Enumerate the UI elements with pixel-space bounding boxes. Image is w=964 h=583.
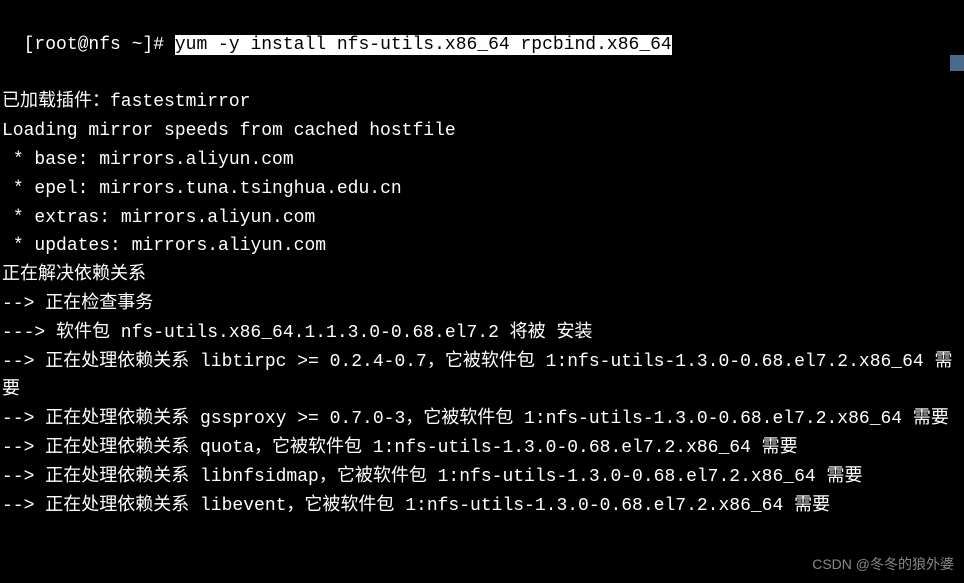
terminal-output[interactable]: [root@nfs ~]# yum -y install nfs-utils.x… — [2, 2, 962, 549]
output-line: --> 正在处理依赖关系 gssproxy >= 0.7.0-3，它被软件包 1… — [2, 405, 962, 434]
output-line: --> 正在处理依赖关系 libevent，它被软件包 1:nfs-utils-… — [2, 492, 962, 521]
output-line: --> 正在处理依赖关系 quota，它被软件包 1:nfs-utils-1.3… — [2, 434, 962, 463]
output-line: ---> 软件包 nfs-utils.x86_64.1.1.3.0-0.68.e… — [2, 319, 962, 348]
watermark-text: CSDN @冬冬的狼外婆 — [812, 553, 954, 575]
output-line: --> 正在处理依赖关系 libtirpc >= 0.2.4-0.7，它被软件包… — [2, 348, 962, 406]
output-line: --> 正在处理依赖关系 libnfsidmap，它被软件包 1:nfs-uti… — [2, 463, 962, 492]
output-line: --> 正在检查事务 — [2, 290, 962, 319]
scrollbar-thumb[interactable] — [950, 55, 964, 71]
shell-prompt: [root@nfs ~]# — [24, 35, 175, 55]
output-lines-container: 已加载插件：fastestmirrorLoading mirror speeds… — [2, 88, 962, 520]
output-line: * base: mirrors.aliyun.com — [2, 146, 962, 175]
output-line: 正在解决依赖关系 — [2, 261, 962, 290]
output-line: * epel: mirrors.tuna.tsinghua.edu.cn — [2, 175, 962, 204]
output-line: * updates: mirrors.aliyun.com — [2, 232, 962, 261]
command-text: yum -y install nfs-utils.x86_64 rpcbind.… — [175, 35, 672, 55]
output-line: Loading mirror speeds from cached hostfi… — [2, 117, 962, 146]
output-line: 已加载插件：fastestmirror — [2, 88, 962, 117]
output-line: * extras: mirrors.aliyun.com — [2, 204, 962, 233]
